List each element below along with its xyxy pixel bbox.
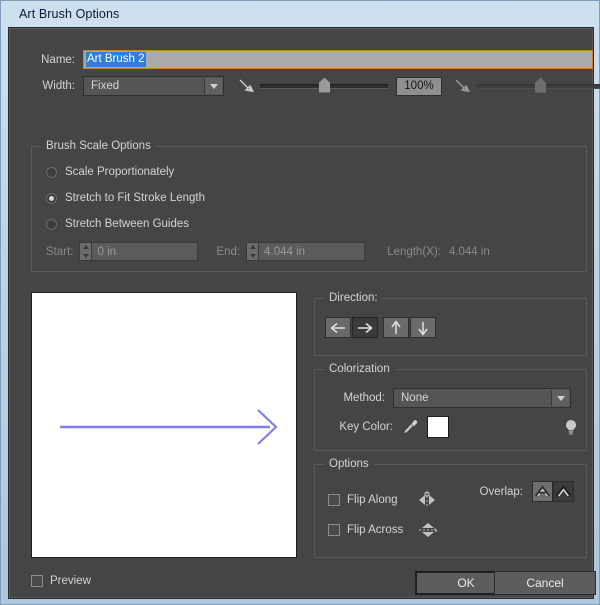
- overlap-allow-button[interactable]: [553, 481, 574, 502]
- arrow-up-icon: [391, 319, 401, 334]
- ok-button-label: OK: [457, 576, 475, 590]
- brush-preview-canvas: [31, 292, 297, 558]
- flip-across-icon: [417, 520, 439, 540]
- key-color-swatch[interactable]: [427, 416, 449, 438]
- preview-checkbox[interactable]: [31, 575, 43, 587]
- radio-stretch-between-guides[interactable]: Stretch Between Guides: [46, 218, 189, 230]
- method-row: Method: None: [329, 388, 571, 408]
- width-label: Width:: [42, 80, 75, 92]
- brush-preview-artwork: [60, 409, 278, 445]
- stepper-arrows-icon[interactable]: [246, 242, 260, 261]
- name-label: Name:: [41, 53, 75, 66]
- direction-group: Direction:: [314, 292, 587, 356]
- chevron-overlap-icon: [555, 485, 572, 497]
- colorization-group: Colorization Method: None Key Color:: [314, 363, 587, 451]
- flip-across-checkbox[interactable]: [328, 524, 340, 536]
- width-slider-1-group: 100%: [238, 76, 442, 96]
- width-slider-2-track[interactable]: [476, 77, 600, 93]
- key-color-label: Key Color:: [339, 421, 393, 433]
- width-percent-1-input[interactable]: 100%: [396, 76, 442, 96]
- width-row: Width: Fixed 100%: [31, 76, 600, 96]
- colorization-title: Colorization: [324, 363, 395, 375]
- direction-title: Direction:: [324, 292, 383, 304]
- overlap-label: Overlap:: [479, 485, 523, 498]
- chevron-down-icon[interactable]: [551, 390, 569, 406]
- direction-button-bar: [325, 317, 437, 338]
- art-brush-options-window: Art Brush Options Name: Art Brush 2 Widt…: [0, 0, 600, 605]
- brush-start-cap-icon: [238, 78, 256, 94]
- stepper-arrows-icon[interactable]: [79, 242, 93, 261]
- end-value[interactable]: 4.044 in: [259, 242, 366, 261]
- end-stepper[interactable]: 4.044 in: [246, 242, 366, 261]
- preview-checkbox-row[interactable]: Preview: [31, 575, 91, 587]
- flip-across-label: Flip Across: [347, 524, 404, 536]
- arrow-right-icon: [358, 322, 373, 333]
- start-label: Start:: [46, 245, 74, 258]
- cancel-button[interactable]: Cancel: [494, 571, 596, 595]
- length-value: 4.044 in: [448, 245, 490, 258]
- brush-name-input[interactable]: Art Brush 2: [83, 50, 593, 69]
- dialog-client-area: Name: Art Brush 2 Width: Fixed 100% Brus…: [8, 27, 600, 599]
- direction-up-button[interactable]: [383, 317, 409, 338]
- colorization-method-value: None: [401, 392, 429, 404]
- width-type-dropdown[interactable]: Fixed: [83, 76, 224, 96]
- width-slider-2-group: 100%: [454, 77, 600, 96]
- method-label: Method:: [343, 392, 385, 404]
- width-percent-1-value: 100%: [404, 80, 434, 92]
- colorization-method-dropdown[interactable]: None: [393, 388, 571, 408]
- length-label: Length(X):: [387, 245, 441, 258]
- flip-along-icon: [416, 490, 438, 510]
- cancel-button-label: Cancel: [526, 576, 564, 590]
- radio-icon[interactable]: [46, 166, 57, 178]
- width-slider-1-thumb[interactable]: [319, 77, 330, 93]
- window-title: Art Brush Options: [19, 7, 120, 21]
- options-title: Options: [324, 458, 374, 470]
- window-titlebar: Art Brush Options: [5, 1, 595, 27]
- width-type-value: Fixed: [91, 80, 120, 92]
- brush-scale-options-group: Brush Scale Options Scale Proportionatel…: [31, 140, 587, 272]
- flip-across-row[interactable]: Flip Across: [328, 520, 439, 540]
- radio-label: Scale Proportionately: [65, 166, 175, 178]
- key-color-row: Key Color:: [329, 416, 579, 438]
- overlap-disallow-button[interactable]: [532, 481, 553, 502]
- brush-scale-options-title: Brush Scale Options: [41, 140, 156, 152]
- direction-down-button[interactable]: [410, 317, 436, 338]
- arrow-down-icon: [418, 321, 428, 336]
- direction-left-button[interactable]: [325, 317, 351, 338]
- eyedropper-icon[interactable]: [401, 418, 419, 436]
- width-slider-1-track[interactable]: [260, 77, 388, 93]
- width-slider-2-thumb[interactable]: [535, 77, 546, 93]
- radio-icon[interactable]: [46, 192, 57, 204]
- flip-along-label: Flip Along: [347, 494, 398, 506]
- chevron-no-overlap-icon: [535, 485, 550, 497]
- end-label: End:: [216, 245, 241, 258]
- name-row: Name: Art Brush 2: [31, 50, 593, 69]
- brush-name-value: Art Brush 2: [86, 52, 146, 67]
- chevron-down-icon[interactable]: [204, 78, 222, 94]
- arrow-left-icon: [330, 322, 345, 333]
- preview-label: Preview: [50, 575, 91, 587]
- options-group: Options Flip Along Flip Across Overlap:: [314, 458, 587, 558]
- flip-along-checkbox[interactable]: [328, 494, 340, 506]
- start-stepper[interactable]: 0 in: [79, 242, 199, 261]
- radio-label: Stretch Between Guides: [65, 218, 190, 230]
- tip-lightbulb-icon[interactable]: [563, 418, 579, 436]
- start-value[interactable]: 0 in: [92, 242, 199, 261]
- flip-along-row[interactable]: Flip Along: [328, 490, 438, 510]
- radio-icon[interactable]: [46, 218, 57, 230]
- radio-scale-proportionately[interactable]: Scale Proportionately: [46, 166, 174, 178]
- radio-stretch-to-fit-stroke-length[interactable]: Stretch to Fit Stroke Length: [46, 192, 205, 204]
- overlap-row: Overlap:: [480, 481, 574, 502]
- radio-label: Stretch to Fit Stroke Length: [65, 192, 205, 204]
- direction-right-button[interactable]: [352, 317, 378, 338]
- brush-end-cap-icon: [454, 78, 472, 94]
- guides-fields-row: Start: 0 in End: 4.044 in Length(X): 4.0…: [46, 242, 490, 261]
